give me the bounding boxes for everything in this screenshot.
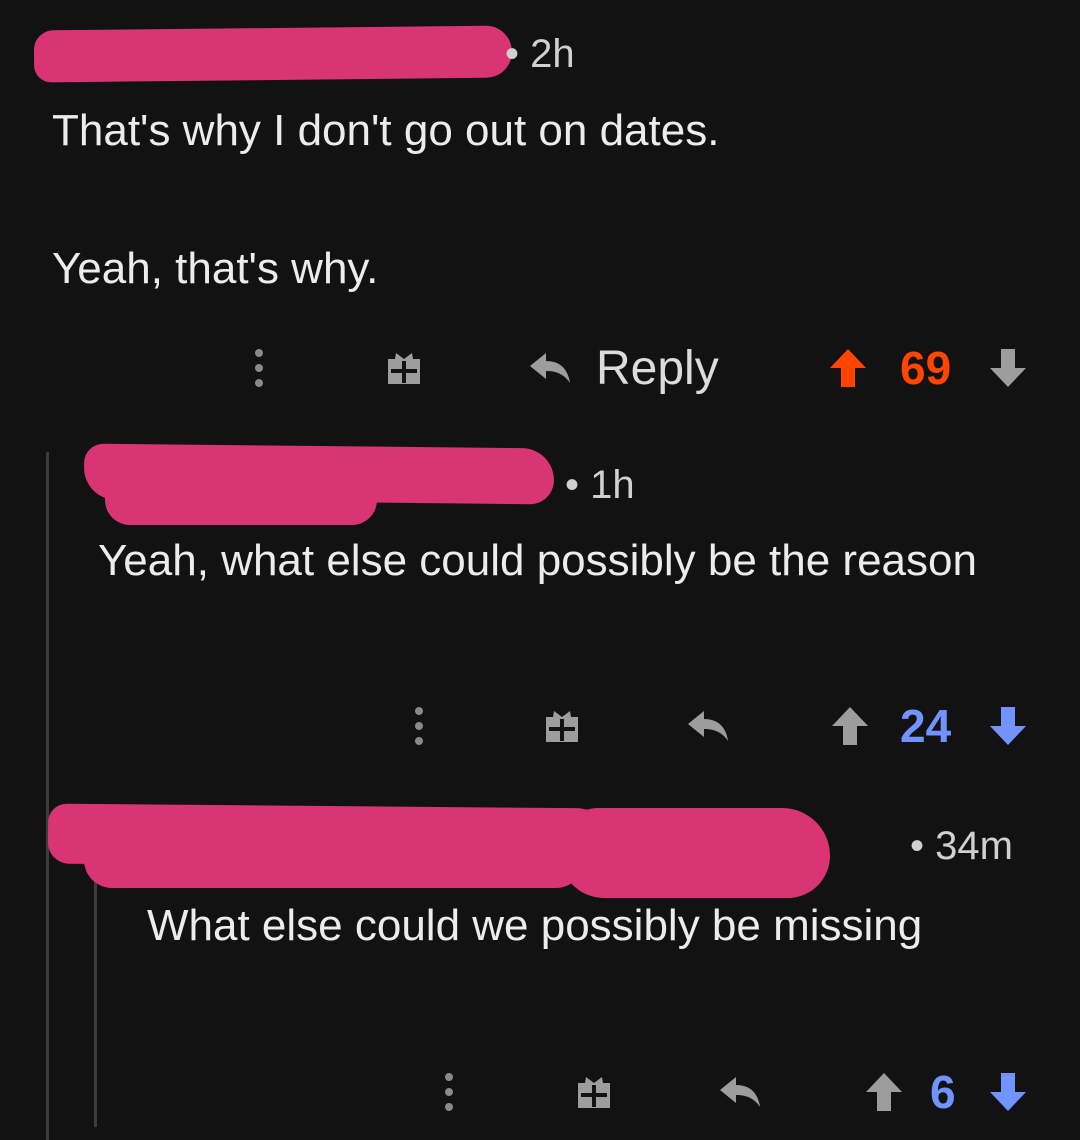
downvote-icon[interactable] <box>986 1062 1030 1122</box>
redacted-username-stroke <box>84 832 584 888</box>
upvote-icon[interactable] <box>826 338 870 398</box>
comment-paragraph: What else could we possibly be missing <box>147 901 923 950</box>
comment-paragraph: That's why I don't go out on dates. <box>52 106 720 155</box>
comment-timestamp: • 34m <box>910 824 1013 868</box>
vote-score: 69 <box>900 342 952 394</box>
reply-icon[interactable] <box>714 1062 766 1122</box>
more-options-icon[interactable] <box>432 1062 466 1122</box>
comment-timestamp: • 2h <box>505 32 575 76</box>
comment-paragraph: Yeah, that's why. <box>52 244 379 293</box>
award-icon[interactable] <box>538 696 586 756</box>
redacted-username <box>33 25 513 83</box>
more-options-icon[interactable] <box>242 338 276 398</box>
vote-score: 6 <box>930 1066 956 1118</box>
downvote-icon[interactable] <box>986 338 1030 398</box>
vote-score: 24 <box>900 700 952 752</box>
comment-body: That's why I don't go out on dates. Yeah… <box>52 100 1032 300</box>
award-icon[interactable] <box>380 338 428 398</box>
comment-paragraph: Yeah, what else could possibly be the re… <box>98 536 977 585</box>
downvote-icon[interactable] <box>986 696 1030 756</box>
comment-action-bar: Reply 69 <box>0 338 1080 398</box>
upvote-icon[interactable] <box>828 696 872 756</box>
reply-icon[interactable] <box>682 696 734 756</box>
more-options-icon[interactable] <box>402 696 436 756</box>
redacted-username-stroke <box>105 475 377 525</box>
comment-body: Yeah, what else could possibly be the re… <box>98 530 1028 592</box>
comment-action-bar: 24 <box>0 696 1080 756</box>
upvote-icon[interactable] <box>862 1062 906 1122</box>
reply-icon[interactable] <box>524 338 576 398</box>
comment-action-bar: 6 <box>0 1062 1080 1122</box>
redacted-avatar <box>560 808 830 898</box>
comment-body: What else could we possibly be missing <box>147 895 947 957</box>
reply-button[interactable]: Reply <box>596 338 719 398</box>
award-icon[interactable] <box>570 1062 618 1122</box>
comment-timestamp: • 1h <box>565 463 635 507</box>
thread-line-level-1 <box>46 452 49 1140</box>
